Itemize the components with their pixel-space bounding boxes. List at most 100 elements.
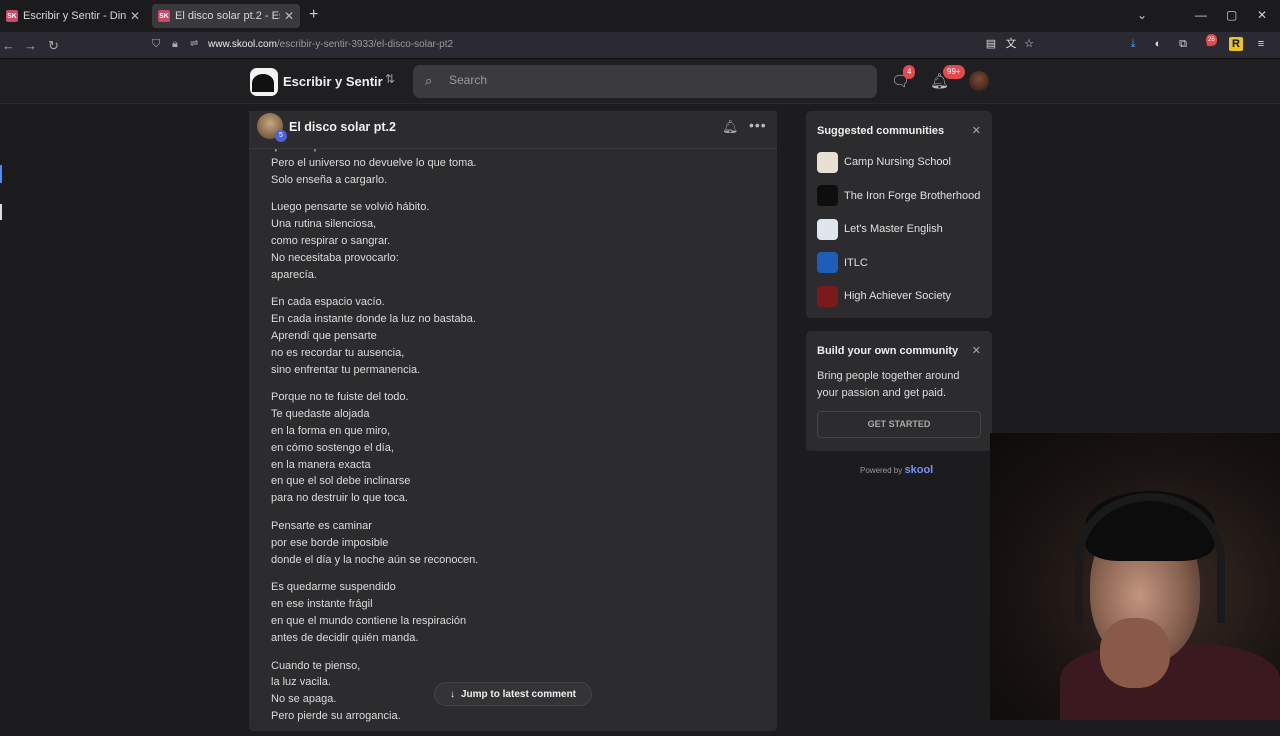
community-item[interactable]: ITLC (817, 252, 868, 274)
close-icon[interactable]: ✕ (972, 344, 981, 357)
browser-nav-bar: ← → ↻ ⛉ 🔒︎ ⇌ www.skool.com/escribir-y-se… (0, 32, 1280, 59)
poem-stanza: Luego pensarte se volvió hábito. Una ruti… (271, 199, 761, 283)
arrow-down-icon: ↓ (449, 688, 455, 700)
post-card: 5 El disco solar pt.2 🔔︎ ••• que el equi… (249, 111, 777, 731)
poem-line: Porque no te fuiste del todo. (271, 391, 409, 404)
powered-by[interactable]: Powered by skool (860, 464, 933, 476)
community-icon (817, 218, 838, 240)
author-level-badge: 5 (275, 130, 287, 142)
poem-line: antes de decidir quién manda. (271, 631, 419, 644)
poem-stanza: Porque no te fuiste del todo. Te quedaste… (271, 389, 761, 507)
poem-line: como respirar o sangrar. (271, 234, 391, 247)
reload-icon[interactable]: ↻ (48, 38, 59, 54)
post-title: El disco solar pt.2 (289, 120, 396, 134)
close-icon[interactable]: ✕ (972, 124, 981, 137)
poem-line: aparecía. (271, 268, 317, 281)
poem-line: Pero el universo no devuelve lo que toma… (271, 156, 477, 169)
jump-label: Jump to latest comment (460, 688, 577, 700)
community-item[interactable]: Let's Master English (817, 218, 943, 240)
extensions-puzzle-icon[interactable]: ⧉ (1176, 37, 1190, 51)
tab-title: Escribir y Sentir - Dinámica Sem (23, 10, 126, 22)
poem-line: en ese instante frágil (271, 598, 373, 611)
poem-line: Te quedaste alojada (271, 408, 370, 421)
search-box[interactable]: ⌕ (413, 65, 877, 98)
search-icon: ⌕ (425, 73, 433, 88)
extension-r-icon[interactable]: R (1229, 37, 1243, 51)
lock-icon[interactable]: 🔒︎ (172, 38, 178, 51)
community-item[interactable]: Camp Nursing School (817, 151, 951, 173)
poem-line: Pensarte es caminar (271, 519, 372, 532)
minimize-icon[interactable]: — (1195, 8, 1207, 22)
build-title: Build your own community (817, 345, 959, 357)
build-description: Bring people together around your passio… (817, 370, 960, 399)
tab-title: El disco solar pt.2 - Escribir y Se (175, 10, 280, 22)
community-logo[interactable] (250, 68, 278, 96)
follow-bell-icon[interactable]: 🔔︎ (722, 119, 739, 135)
community-icon (817, 285, 838, 307)
poem-line: Cuando te pienso, (271, 659, 361, 672)
shield-icon[interactable]: ⛉ (152, 38, 160, 51)
poem-line: Luego pensarte se volvió hábito. (271, 201, 430, 214)
address-bar[interactable]: www.skool.com/escribir-y-sentir-3933/el-… (208, 39, 453, 50)
poem-stanza: Pensarte es caminar por ese borde imposib… (271, 518, 761, 568)
community-item[interactable]: High Achiever Society (817, 285, 951, 307)
translate-icon[interactable]: 文 (1004, 37, 1018, 51)
get-started-button[interactable]: GET STARTED (817, 411, 981, 438)
poem-line: no es recordar tu ausencia, (271, 346, 405, 359)
poem-line: Una rutina silenciosa, (271, 218, 377, 231)
poem-line: No necesitaba provocarlo: (271, 251, 399, 264)
left-edge-marker (0, 204, 2, 220)
maximize-icon[interactable]: ▢ (1226, 8, 1237, 22)
poem-line: Aprendí que pensarte (271, 329, 377, 342)
poem-line: En cada instante donde la luz no bastaba… (271, 313, 476, 326)
page: Escribir y Sentir ⇅ ⌕ 🗨︎ 4 🔔︎ 99+ 5 El d… (0, 59, 1280, 731)
new-tab-button[interactable]: + (309, 6, 318, 24)
webcam-overlay (990, 433, 1280, 720)
extension-icon[interactable]: ◐ (1151, 37, 1165, 51)
browser-tab[interactable]: SK Escribir y Sentir - Dinámica Sem ✕ (0, 4, 146, 28)
close-window-icon[interactable]: ✕ (1257, 8, 1267, 22)
skool-favicon-icon: SK (158, 10, 170, 22)
community-icon (817, 185, 838, 206)
poem-line: en la forma en que miro, (271, 424, 391, 437)
notification-badge: 99+ (943, 65, 965, 79)
poem-line: en que el sol debe inclinarse (271, 475, 411, 488)
skool-logo: skool (904, 464, 934, 476)
suggested-title: Suggested communities (817, 125, 945, 137)
community-name: High Achiever Society (844, 290, 951, 302)
poem-line: para no destruir lo que toca. (271, 492, 408, 505)
poem-line: por ese borde imposible (271, 536, 389, 549)
community-name: The Iron Forge Brotherhood (844, 189, 981, 202)
close-tab-icon[interactable]: ✕ (130, 9, 140, 23)
download-icon[interactable]: ⤓ (1126, 37, 1140, 51)
community-icon (817, 252, 838, 273)
close-tab-icon[interactable]: ✕ (284, 9, 294, 23)
poem-line: donde el día y la noche aún se reconocen… (271, 553, 479, 566)
more-options-icon[interactable]: ••• (749, 117, 767, 133)
forward-icon[interactable]: → (24, 38, 37, 53)
search-input[interactable] (449, 73, 849, 87)
headset-icon (1075, 493, 1225, 623)
post-header: 5 El disco solar pt.2 🔔︎ ••• (249, 111, 777, 149)
poem-stanza: Es quedarme suspendido en ese instante fr… (271, 579, 761, 646)
poem-line: en que el mundo contiene la respiración (271, 614, 467, 627)
poem-stanza: En cada espacio vacío. En cada instante d… (271, 294, 761, 378)
community-name[interactable]: Escribir y Sentir (283, 74, 383, 89)
poem-line: en cómo sostengo el día, (271, 441, 394, 454)
menu-icon[interactable]: ≡ (1254, 37, 1268, 51)
url-path: /escribir-y-sentir-3933/el-disco-solar-p… (276, 39, 454, 50)
left-edge-marker (0, 165, 2, 183)
powered-by-label: Powered by (860, 466, 903, 475)
switch-community-icon[interactable]: ⇅ (385, 72, 395, 86)
bookmark-star-icon[interactable]: ☆ (1022, 37, 1036, 51)
build-community-card: Build your own community ✕ Bring people … (806, 331, 992, 451)
browser-tab-active[interactable]: SK El disco solar pt.2 - Escribir y Se ✕ (152, 4, 300, 28)
community-item[interactable]: The Iron Forge Brotherhood (817, 185, 980, 207)
user-avatar[interactable] (969, 71, 989, 91)
jump-to-latest-button[interactable]: ↓ Jump to latest comment (434, 682, 592, 706)
reader-view-icon[interactable]: ▤ (984, 37, 998, 51)
permissions-icon[interactable]: ⇌ (190, 38, 198, 49)
tab-list-icon[interactable]: ⌄ (1137, 8, 1147, 22)
back-icon[interactable]: ← (2, 38, 15, 53)
poem-line: Solo enseña a cargarlo. (271, 173, 388, 186)
